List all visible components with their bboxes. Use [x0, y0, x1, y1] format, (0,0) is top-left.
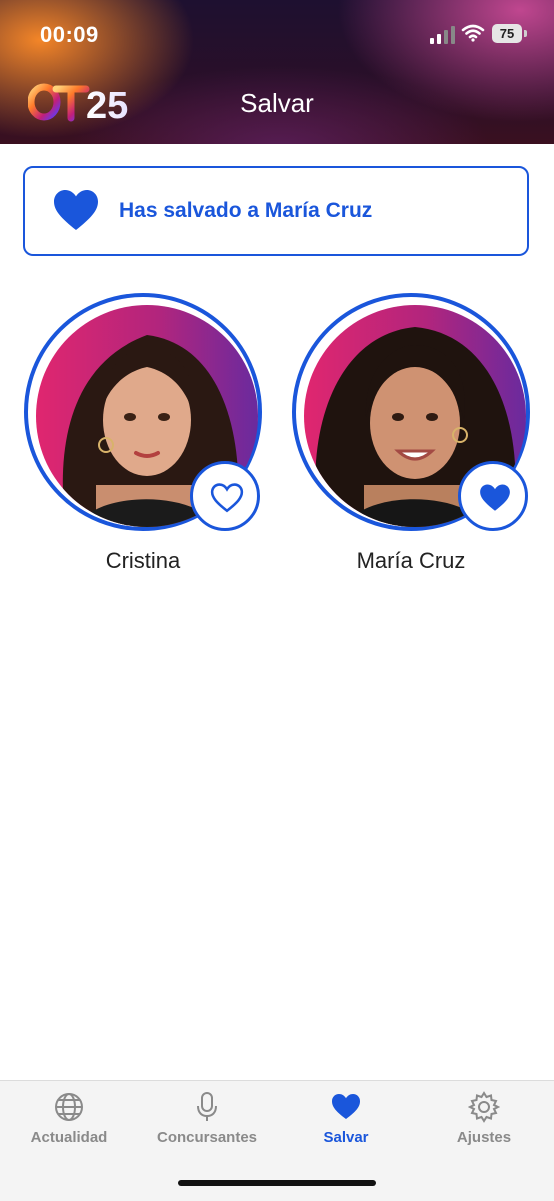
contestant-name: María Cruz	[356, 548, 466, 573]
tab-ajustes[interactable]: Ajustes	[415, 1091, 553, 1155]
microphone-icon	[197, 1092, 217, 1121]
home-indicator	[178, 1180, 376, 1186]
heart-filled-icon	[54, 190, 98, 230]
heart-outline-icon	[210, 483, 244, 513]
app-header: 00:09 75 25 Salvar	[0, 0, 554, 144]
contestant-name: Cristina	[105, 548, 181, 573]
cellular-signal-icon	[430, 26, 455, 44]
status-bar: 00:09 75	[0, 0, 554, 70]
globe-icon	[55, 1093, 83, 1121]
heart-filled-icon	[480, 484, 510, 511]
banner-text: Has salvado a María Cruz	[119, 199, 373, 222]
tab-label: Actualidad	[30, 1129, 108, 1146]
heart-icon	[332, 1094, 360, 1119]
wifi-icon	[461, 24, 485, 42]
save-contestant-button[interactable]	[190, 461, 260, 531]
battery-indicator: 75	[492, 24, 522, 43]
tab-concursantes[interactable]: Concursantes	[138, 1091, 276, 1155]
battery-nub	[524, 30, 527, 37]
tab-actualidad[interactable]: Actualidad	[0, 1091, 138, 1155]
tab-label: Ajustes	[456, 1129, 512, 1146]
gear-icon	[468, 1091, 500, 1123]
page-title: Salvar	[240, 88, 314, 118]
saved-confirmation-banner: Has salvado a María Cruz	[23, 166, 529, 256]
save-contestant-button[interactable]	[458, 461, 528, 531]
tab-label: Salvar	[323, 1129, 369, 1146]
status-time: 00:09	[40, 22, 99, 47]
tab-salvar[interactable]: Salvar	[277, 1091, 415, 1155]
tab-label: Concursantes	[156, 1129, 258, 1146]
